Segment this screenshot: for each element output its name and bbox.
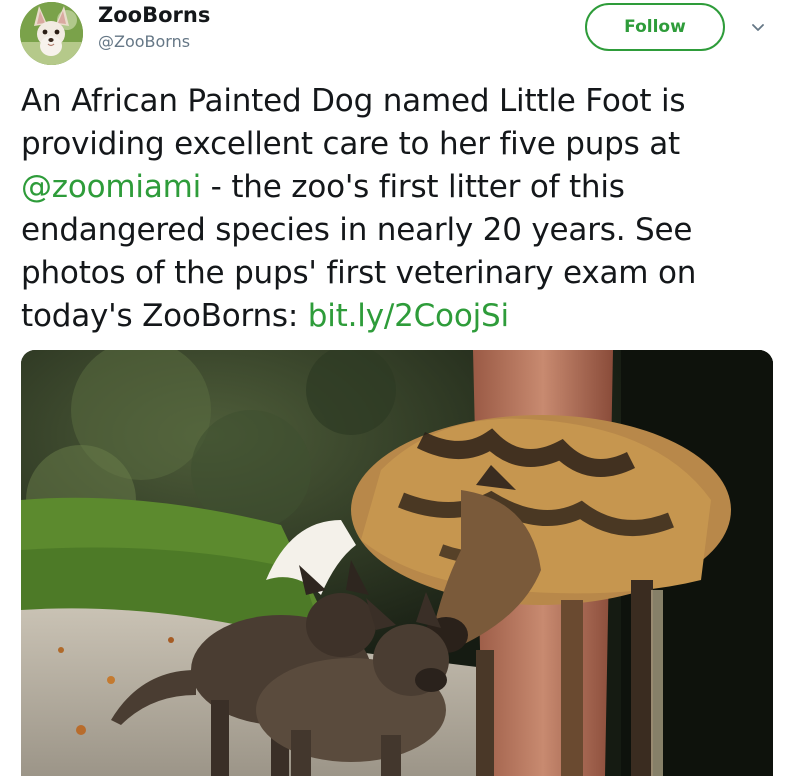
tweet-text-line: endangered species in nearly 20 years. S…: [21, 212, 693, 248]
tweet-media[interactable]: [21, 350, 773, 776]
african-painted-dog-photo-icon: [21, 350, 773, 776]
fennec-fox-avatar-icon: [20, 2, 83, 65]
tweet-card: ZooBorns @ZooBorns Follow An African Pai…: [0, 0, 800, 776]
tweet-text-line: today's ZooBorns:: [21, 298, 308, 334]
tweet-text: An African Painted Dog named Little Foot…: [21, 80, 791, 338]
tweet-text-line: photos of the pups' first veterinary exa…: [21, 255, 697, 291]
chevron-down-icon[interactable]: [748, 18, 768, 38]
tweet-text-line: - the zoo's first litter of this: [201, 169, 625, 205]
tweet-text-line: An African Painted Dog named Little Foot…: [21, 83, 686, 119]
mention-link[interactable]: @zoomiami: [21, 169, 201, 205]
user-handle[interactable]: @ZooBorns: [98, 31, 210, 53]
user-info: ZooBorns @ZooBorns: [98, 2, 210, 53]
url-link[interactable]: bit.ly/2CoojSi: [308, 298, 509, 334]
tweet-text-line: providing excellent care to her five pup…: [21, 126, 681, 162]
follow-button[interactable]: Follow: [585, 3, 725, 51]
display-name[interactable]: ZooBorns: [98, 2, 210, 28]
avatar[interactable]: [20, 2, 83, 65]
